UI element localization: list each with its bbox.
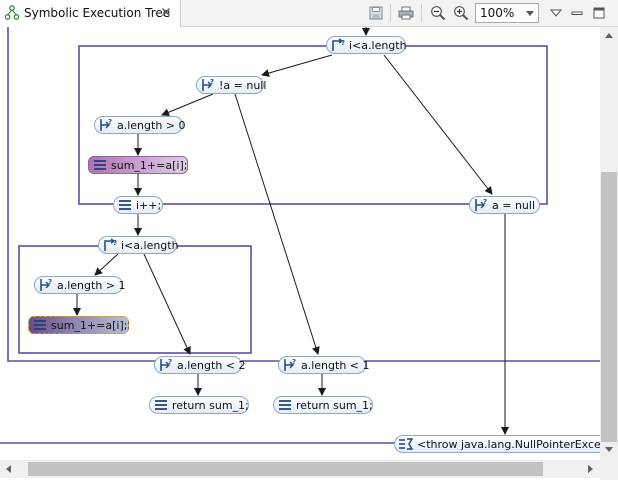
zoom-level-combo[interactable]: 100% (475, 3, 539, 23)
svg-text:?: ? (341, 39, 345, 47)
toolbar-separator (390, 4, 391, 22)
save-icon (369, 6, 383, 20)
maximize-button[interactable] (589, 3, 609, 23)
branch-condition-node[interactable]: ? a.length > 1 (34, 276, 126, 295)
statement-icon (92, 158, 108, 175)
branch-condition-node[interactable]: ? !a = null (196, 76, 267, 95)
node-label: i<a.length (349, 39, 407, 52)
branch-condition-icon: ? (158, 358, 174, 375)
save-button[interactable] (366, 3, 386, 23)
node-label: return sum_1; (172, 399, 249, 412)
statement-icon (117, 198, 133, 215)
exceptional-termination-node[interactable]: <throw java.lang.NullPointerException (394, 435, 600, 453)
loop-condition-node[interactable]: ? i<a.length (98, 236, 179, 255)
statement-icon (153, 398, 169, 415)
branch-condition-icon: ? (282, 358, 298, 375)
node-label: i++; (136, 199, 162, 212)
scroll-up-icon[interactable] (605, 33, 613, 38)
branch-condition-node[interactable]: ? a = null (469, 196, 540, 214)
horizontal-scrollbar[interactable] (0, 460, 600, 478)
node-label: !a = null (219, 79, 267, 92)
node-label: a.length < 2 (177, 359, 246, 372)
svg-text:?: ? (113, 239, 117, 247)
branch-condition-icon: ? (200, 78, 216, 95)
view-menu-icon (550, 9, 562, 17)
scroll-left-icon[interactable] (6, 465, 11, 473)
node-label: i<a.length (121, 239, 179, 252)
scrollbar-corner (600, 460, 618, 480)
statement-node-selected[interactable]: sum_1+=a[i]; (28, 316, 129, 334)
minimize-button[interactable] (567, 3, 587, 23)
svg-text:?: ? (292, 358, 296, 366)
statement-node[interactable]: i++; (113, 196, 163, 214)
vertical-scroll-thumb[interactable] (601, 172, 617, 442)
node-label: <throw java.lang.NullPointerException (417, 438, 600, 451)
close-tab-icon[interactable] (160, 6, 172, 21)
branch-condition-icon: ? (98, 118, 114, 135)
chevron-down-icon (526, 11, 534, 16)
loop-frame-2 (18, 245, 252, 354)
view-toolbar: Symbolic Execution Tree 100% (0, 0, 618, 27)
zoom-in-button[interactable] (451, 3, 471, 23)
symbolic-execution-tree-view: Symbolic Execution Tree 100% ? i<a.lengt… (0, 0, 618, 480)
node-label: sum_1+=a[i]; (51, 319, 128, 332)
toolbar-separator (421, 4, 422, 22)
view-menu-button[interactable] (546, 3, 566, 23)
branch-condition-node[interactable]: ? a.length < 1 (278, 356, 370, 375)
scroll-down-icon[interactable] (605, 447, 613, 452)
statement-node-highlighted[interactable]: sum_1+=a[i]; (88, 156, 188, 174)
minimize-icon (571, 11, 583, 15)
loop-condition-icon: ? (330, 38, 346, 55)
loop-condition-icon: ? (102, 238, 118, 255)
statement-icon (32, 318, 48, 335)
maximize-icon (593, 7, 605, 19)
return-statement-node[interactable]: return sum_1; (149, 396, 249, 414)
svg-text:?: ? (483, 198, 487, 206)
node-label: a.length > 1 (57, 279, 126, 292)
vertical-scrollbar[interactable] (600, 27, 618, 460)
node-label: sum_1+=a[i]; (111, 159, 188, 172)
svg-text:?: ? (108, 118, 112, 126)
node-label: a.length > 0 (117, 119, 186, 132)
branch-condition-node[interactable]: ? a.length > 0 (94, 116, 186, 135)
print-button[interactable] (396, 3, 416, 23)
tree-canvas[interactable]: ? i<a.length ? !a = null ? a.length > 0 … (0, 27, 600, 460)
zoom-level-value: 100% (480, 6, 515, 20)
node-label: a.length < 1 (301, 359, 370, 372)
scroll-right-icon[interactable] (588, 465, 593, 473)
return-statement-node[interactable]: return sum_1; (273, 396, 373, 414)
print-icon (398, 6, 414, 20)
branch-condition-icon: ? (473, 198, 489, 215)
exception-icon (398, 437, 414, 452)
zoom-in-icon (454, 6, 469, 21)
loop-condition-node[interactable]: ? i<a.length (326, 36, 407, 55)
zoom-out-icon (431, 6, 446, 21)
horizontal-scroll-thumb[interactable] (28, 462, 543, 476)
svg-text:?: ? (210, 78, 214, 86)
branch-condition-icon: ? (38, 278, 54, 295)
node-label: return sum_1; (296, 399, 373, 412)
node-label: a = null (492, 199, 536, 212)
tab-symbolic-execution-tree[interactable]: Symbolic Execution Tree (0, 0, 181, 27)
svg-text:?: ? (48, 278, 52, 286)
svg-text:?: ? (168, 358, 172, 366)
tab-title: Symbolic Execution Tree (24, 6, 171, 20)
tree-view-icon (4, 5, 20, 24)
branch-condition-node[interactable]: ? a.length < 2 (154, 356, 246, 375)
statement-icon (277, 398, 293, 415)
zoom-out-button[interactable] (428, 3, 448, 23)
